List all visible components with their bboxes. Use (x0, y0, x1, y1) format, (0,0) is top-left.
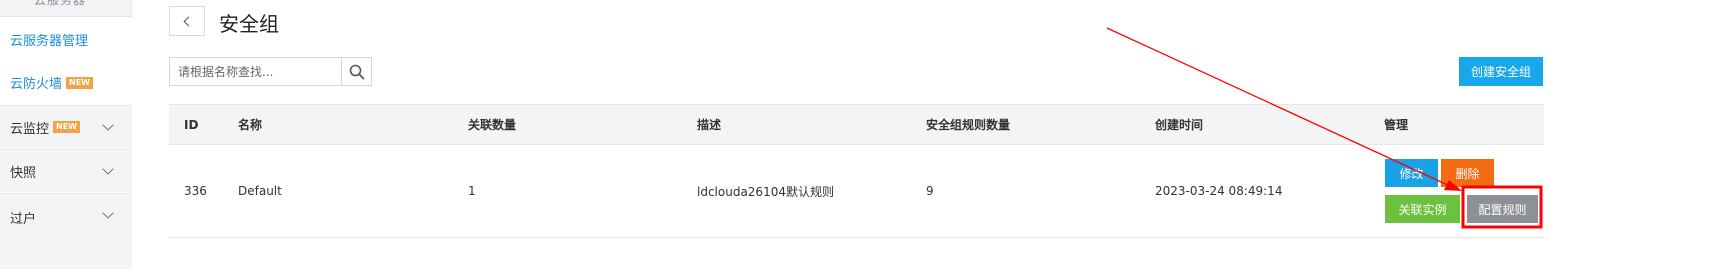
new-badge: NEW (53, 121, 80, 133)
column-header-count: 关联数量 (468, 118, 517, 132)
chevron-down-icon (102, 119, 114, 131)
link-instance-button[interactable]: 关联实例 (1385, 195, 1460, 223)
sidebar-item-label: 过户 (10, 212, 37, 227)
edit-button[interactable]: 修改 (1385, 159, 1438, 187)
sidebar: 云服务器 云服务器管理 云防火墙 NEW 云监控 NEW 快照 过户 (0, 0, 132, 269)
cell-rule-count: 9 (926, 184, 934, 198)
cell-name: Default (238, 184, 282, 198)
sidebar-item-monitoring[interactable]: 云监控 NEW (0, 105, 132, 148)
chevron-left-icon (183, 16, 194, 26)
sidebar-header-label: 云服务器 (34, 0, 87, 7)
create-security-group-button[interactable]: 创建安全组 (1459, 57, 1543, 86)
column-header-manage: 管理 (1384, 118, 1409, 132)
sidebar-item-transfer[interactable]: 过户 (0, 193, 132, 269)
sidebar-item-server-management[interactable]: 云服务器管理 (0, 18, 132, 61)
column-header-id: ID (184, 117, 199, 132)
column-header-name: 名称 (238, 118, 263, 132)
search-button[interactable] (341, 58, 371, 85)
cell-created-time: 2023-03-24 08:49:14 (1155, 184, 1283, 198)
sidebar-item-label: 云防火墙 (10, 77, 63, 92)
back-button[interactable] (169, 6, 205, 36)
column-header-rule-count: 安全组规则数量 (926, 118, 1011, 132)
cell-id: 336 (184, 184, 207, 198)
sidebar-item-label: 云服务器管理 (10, 34, 89, 49)
column-header-created-time: 创建时间 (1155, 118, 1204, 132)
chevron-down-icon (102, 163, 114, 175)
chevron-down-icon (102, 207, 114, 219)
search-box (169, 57, 372, 86)
search-icon (349, 64, 364, 79)
cell-count: 1 (468, 184, 476, 198)
sidebar-item-firewall[interactable]: 云防火墙 NEW (0, 61, 132, 104)
security-group-table: ID 名称 关联数量 描述 安全组规则数量 创建时间 管理 336 Defaul… (169, 104, 1544, 238)
cell-description: ldclouda26104默认规则 (697, 184, 834, 199)
sidebar-item-label: 云监控 (10, 121, 50, 137)
search-input[interactable] (170, 58, 342, 85)
sidebar-header: 云服务器 (0, 0, 131, 17)
page-title: 安全组 (219, 12, 279, 36)
new-badge: NEW (66, 76, 93, 89)
config-rules-button[interactable]: 配置规则 (1467, 195, 1538, 223)
sidebar-item-snapshot[interactable]: 快照 (0, 149, 132, 192)
sidebar-item-label: 快照 (10, 165, 37, 181)
column-header-description: 描述 (697, 118, 722, 132)
delete-button[interactable]: 删除 (1441, 159, 1494, 187)
table-header: ID 名称 关联数量 描述 安全组规则数量 创建时间 管理 (169, 104, 1544, 145)
table-row: 336 Default 1 ldclouda26104默认规则 9 2023-0… (169, 145, 1544, 238)
